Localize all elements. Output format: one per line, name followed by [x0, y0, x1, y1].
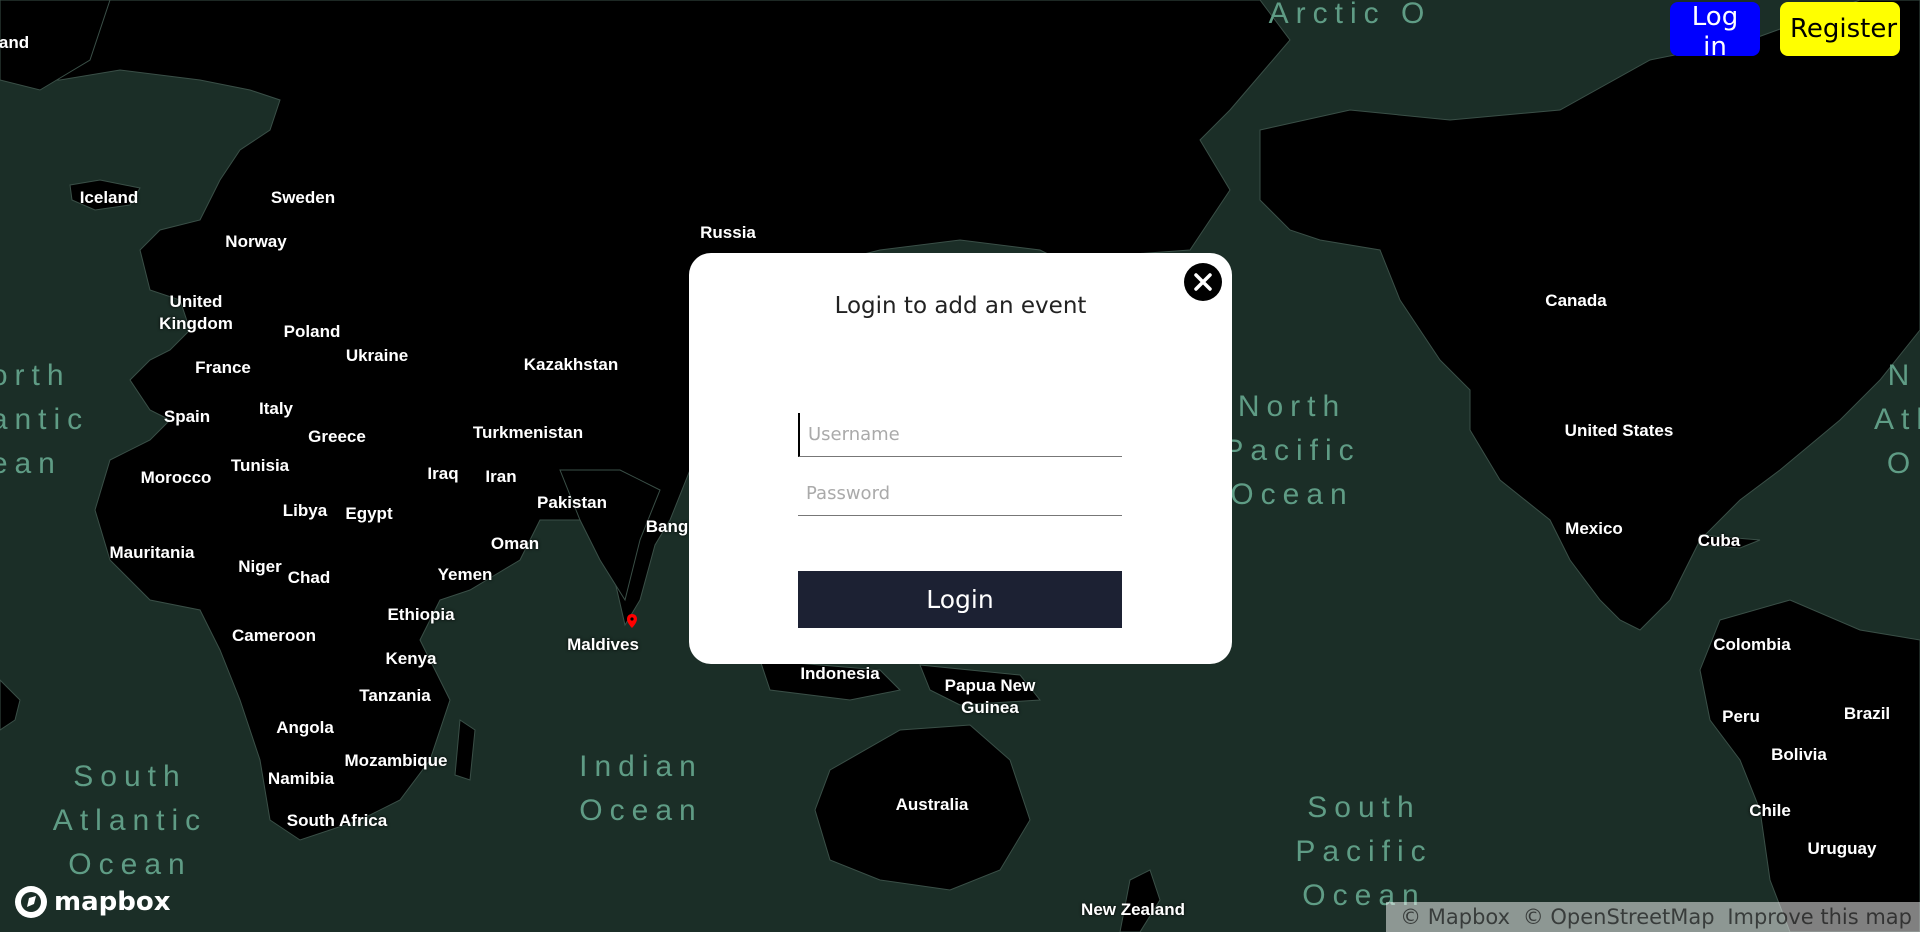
- country-label-mauritania: Mauritania: [109, 543, 195, 562]
- country-label-oman: Oman: [490, 534, 540, 553]
- country-label-iran: Iran: [485, 467, 517, 486]
- country-label-france: France: [195, 358, 251, 377]
- ocean-label-south-atlantic: South Atlantic Ocean: [52, 760, 208, 881]
- country-label-uruguay: Uruguay: [1807, 839, 1877, 858]
- country-label-chad: Chad: [287, 568, 331, 587]
- country-label-tunisia: Tunisia: [230, 456, 290, 475]
- country-label-bang: Bang: [645, 517, 689, 536]
- country-label-brazil: Brazil: [1843, 704, 1891, 723]
- country-label-papua-new-guinea: Papua New Guinea: [944, 676, 1036, 717]
- country-label-greece: Greece: [308, 427, 366, 446]
- modal-title: Login to add an event: [834, 293, 1087, 319]
- country-label-angola: Angola: [276, 718, 334, 737]
- mapbox-logo[interactable]: mapbox: [14, 885, 171, 919]
- country-label-pakistan: Pakistan: [537, 493, 607, 512]
- country-label-turkmenistan: Turkmenistan: [472, 423, 584, 442]
- country-label-iceland: Iceland: [79, 188, 139, 207]
- country-label-united-states: United States: [1564, 421, 1674, 440]
- country-label-chile: Chile: [1749, 801, 1791, 820]
- close-button[interactable]: [1184, 263, 1222, 301]
- country-label-egypt: Egypt: [345, 504, 393, 523]
- ocean-label-arctic: Arctic O: [1268, 0, 1432, 30]
- log-in-button[interactable]: Log in: [1670, 2, 1760, 62]
- country-label-yemen: Yemen: [437, 565, 493, 584]
- country-label-cameroon: Cameroon: [231, 626, 317, 645]
- country-label-libya: Libya: [282, 501, 328, 520]
- country-label-spain: Spain: [163, 407, 211, 426]
- ocean-label-north-atlantic-right: N Atl O: [1873, 359, 1920, 480]
- country-label-peru: Peru: [1722, 707, 1760, 726]
- mapbox-logo-text: mapbox: [54, 887, 171, 917]
- country-label-south-africa: South Africa: [286, 811, 388, 830]
- country-label-sweden: Sweden: [270, 188, 336, 207]
- register-button[interactable]: Register: [1780, 2, 1900, 56]
- attribution-osm-link[interactable]: © OpenStreetMap: [1523, 905, 1715, 929]
- map-app[interactable]: Iceland Sweden Norway United Kingdom Pol…: [0, 0, 1920, 932]
- country-label-italy: Italy: [258, 399, 294, 418]
- ocean-label-south-pacific: South Pacific Ocean: [1295, 791, 1433, 912]
- country-label-mozambique: Mozambique: [344, 751, 448, 770]
- country-label-ukraine: Ukraine: [345, 346, 409, 365]
- country-label-colombia: Colombia: [1713, 635, 1791, 654]
- country-label-russia: Russia: [700, 223, 756, 242]
- map-pin-icon: [627, 614, 637, 628]
- country-label-maldives: Maldives: [567, 635, 639, 654]
- country-label-mexico: Mexico: [1565, 519, 1623, 538]
- country-label-bolivia: Bolivia: [1771, 745, 1827, 764]
- attribution-improve-link[interactable]: Improve this map: [1727, 905, 1912, 929]
- password-input[interactable]: [798, 472, 1122, 516]
- country-label-kazakhstan: Kazakhstan: [523, 355, 619, 374]
- event-marker[interactable]: [627, 614, 637, 633]
- country-label-iraq: Iraq: [427, 464, 459, 483]
- country-label-australia: Australia: [895, 795, 969, 814]
- country-label-ethiopia: Ethiopia: [387, 605, 455, 624]
- country-label-united-kingdom: United Kingdom: [159, 292, 233, 333]
- country-label-kenya: Kenya: [385, 649, 437, 668]
- country-label-niger: Niger: [238, 557, 282, 576]
- country-label-canada: Canada: [1545, 291, 1607, 310]
- username-input[interactable]: [798, 413, 1122, 457]
- country-label-poland: Poland: [283, 322, 341, 341]
- ocean-label-north-atlantic-left: orth antic ean: [0, 359, 90, 480]
- country-label-cuba: Cuba: [1697, 531, 1741, 550]
- country-label-tanzania: Tanzania: [359, 686, 431, 705]
- country-label-norway: Norway: [225, 232, 287, 251]
- country-label-indonesia: Indonesia: [800, 664, 880, 683]
- country-label-namibia: Namibia: [267, 769, 335, 788]
- ocean-label-north-pacific: North Pacific Ocean: [1223, 390, 1361, 511]
- login-submit-button[interactable]: Login: [798, 571, 1122, 628]
- country-label-morocco: Morocco: [140, 468, 212, 487]
- map-attribution: © Mapbox © OpenStreetMap Improve this ma…: [1386, 902, 1920, 932]
- country-label-and-edge: and: [0, 33, 30, 52]
- country-label-new-zealand: New Zealand: [1081, 900, 1185, 919]
- attribution-mapbox-link[interactable]: © Mapbox: [1400, 905, 1510, 929]
- ocean-label-indian: Indian Ocean: [579, 750, 703, 827]
- close-icon: [1194, 273, 1212, 291]
- login-modal: Login to add an event Login: [689, 253, 1232, 664]
- mapbox-logo-icon: [15, 886, 47, 918]
